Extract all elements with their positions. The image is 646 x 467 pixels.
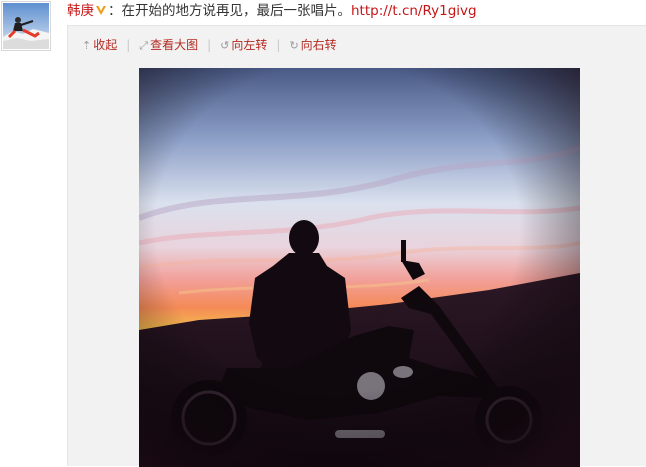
view-large-label: 查看大图 [150, 38, 199, 52]
rotate-left-label: 向左转 [231, 38, 268, 52]
collapse-button[interactable]: ⇡ 收起 [82, 37, 117, 54]
post-content: 韩庚 ：在开始的地方说再见，最后一张唱片。http://t.cn/Ry1givg [67, 1, 477, 21]
rotate-right-icon: ↻ [289, 39, 299, 52]
collapse-label: 收起 [93, 38, 118, 52]
verified-v-icon[interactable] [95, 4, 107, 16]
avatar[interactable] [1, 1, 51, 51]
image-toolbar: ⇡ 收起 | ⤢ 查看大图 | ↺ 向左转 | ↻ 向右转 [82, 37, 337, 53]
rotate-right-label: 向右转 [300, 38, 337, 52]
sunset-motorcycle-photo [139, 68, 580, 467]
magnify-icon: ⤢ [139, 39, 149, 52]
media-panel: ⇡ 收起 | ⤢ 查看大图 | ↺ 向左转 | ↻ 向右转 [67, 25, 646, 467]
author-name[interactable]: 韩庚 [67, 3, 94, 19]
rotate-left-button[interactable]: ↺ 向左转 [220, 37, 267, 54]
rotate-left-icon: ↺ [220, 39, 230, 52]
colon: ： [108, 3, 122, 19]
view-large-button[interactable]: ⤢ 查看大图 [139, 37, 198, 54]
toolbar-separator: | [126, 38, 131, 52]
avatar-image [3, 3, 49, 49]
rotate-right-button[interactable]: ↻ 向右转 [289, 37, 336, 54]
arrow-up-icon: ⇡ [82, 39, 92, 52]
post-text: 在开始的地方说再见，最后一张唱片。 [121, 3, 352, 19]
toolbar-separator: | [207, 38, 212, 52]
post-photo[interactable] [139, 68, 580, 467]
toolbar-separator: | [276, 38, 281, 52]
post-link[interactable]: http://t.cn/Ry1givg [351, 3, 477, 19]
